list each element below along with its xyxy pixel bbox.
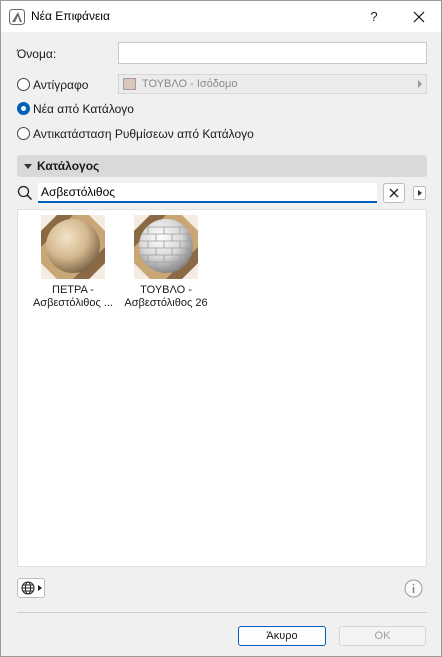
copy-source-text: ΤΟΥΒΛΟ - Ισόδομο bbox=[142, 78, 238, 90]
window-title: Νέα Επιφάνεια bbox=[31, 9, 110, 23]
search-icon bbox=[17, 185, 33, 201]
help-button[interactable]: ? bbox=[361, 1, 387, 32]
title-bar: Νέα Επιφάνεια ? bbox=[1, 1, 441, 32]
new-from-catalog-label: Νέα από Κατάλογο bbox=[33, 102, 134, 116]
result-name-line1: ΤΟΥΒΛΟ - bbox=[140, 284, 192, 296]
result-name-line2: Ασβεστόλιθος 26 bbox=[124, 297, 208, 309]
close-icon bbox=[413, 11, 425, 22]
catalog-results-list: ΠΕΤΡΑ - Ασβεστόλιθος ... ΤΟΥΒΛΟ - Ασβεστ… bbox=[17, 209, 427, 567]
result-name-line1: ΠΕΤΡΑ - bbox=[52, 284, 94, 296]
copy-label: Αντίγραφο bbox=[33, 78, 89, 92]
collapse-triangle-icon bbox=[24, 164, 32, 169]
ok-button[interactable]: OK bbox=[339, 626, 426, 646]
chevron-right-icon bbox=[418, 80, 422, 88]
footer-divider bbox=[17, 612, 427, 613]
info-icon[interactable] bbox=[404, 579, 423, 598]
name-label: Όνομα: bbox=[17, 47, 57, 61]
clear-search-button[interactable] bbox=[383, 183, 405, 203]
result-item[interactable]: ΤΟΥΒΛΟ - Ασβεστόλιθος 26 bbox=[118, 215, 214, 310]
new-surface-dialog: Νέα Επιφάνεια ? Όνομα: Αντίγραφο ΤΟΥΒΛΟ … bbox=[0, 0, 442, 657]
catalog-section-header[interactable]: Κατάλογος bbox=[17, 155, 427, 177]
copy-radio[interactable] bbox=[17, 78, 30, 91]
catalog-section-label: Κατάλογος bbox=[37, 159, 100, 173]
close-button[interactable] bbox=[405, 1, 433, 32]
new-from-catalog-radio[interactable] bbox=[17, 102, 30, 115]
brick-sphere-icon bbox=[134, 215, 198, 279]
cancel-button[interactable]: Άκυρο bbox=[238, 626, 326, 646]
result-name-line2: Ασβεστόλιθος ... bbox=[32, 297, 114, 309]
surface-swatch bbox=[123, 78, 136, 90]
replace-settings-radio[interactable] bbox=[17, 127, 30, 140]
replace-settings-label: Αντικατάσταση Ρυθμίσεων από Κατάλογο bbox=[33, 127, 254, 141]
more-options-button[interactable] bbox=[413, 186, 426, 200]
name-input[interactable] bbox=[118, 42, 427, 64]
language-button[interactable] bbox=[17, 578, 45, 598]
archicad-app-icon bbox=[9, 9, 25, 25]
globe-icon bbox=[21, 581, 42, 595]
sandstone-sphere-icon bbox=[41, 215, 105, 279]
copy-source-select[interactable]: ΤΟΥΒΛΟ - Ισόδομο bbox=[118, 74, 427, 94]
catalog-search-input[interactable] bbox=[38, 183, 377, 203]
clear-icon bbox=[389, 188, 399, 198]
result-item[interactable]: ΠΕΤΡΑ - Ασβεστόλιθος ... bbox=[25, 215, 121, 310]
